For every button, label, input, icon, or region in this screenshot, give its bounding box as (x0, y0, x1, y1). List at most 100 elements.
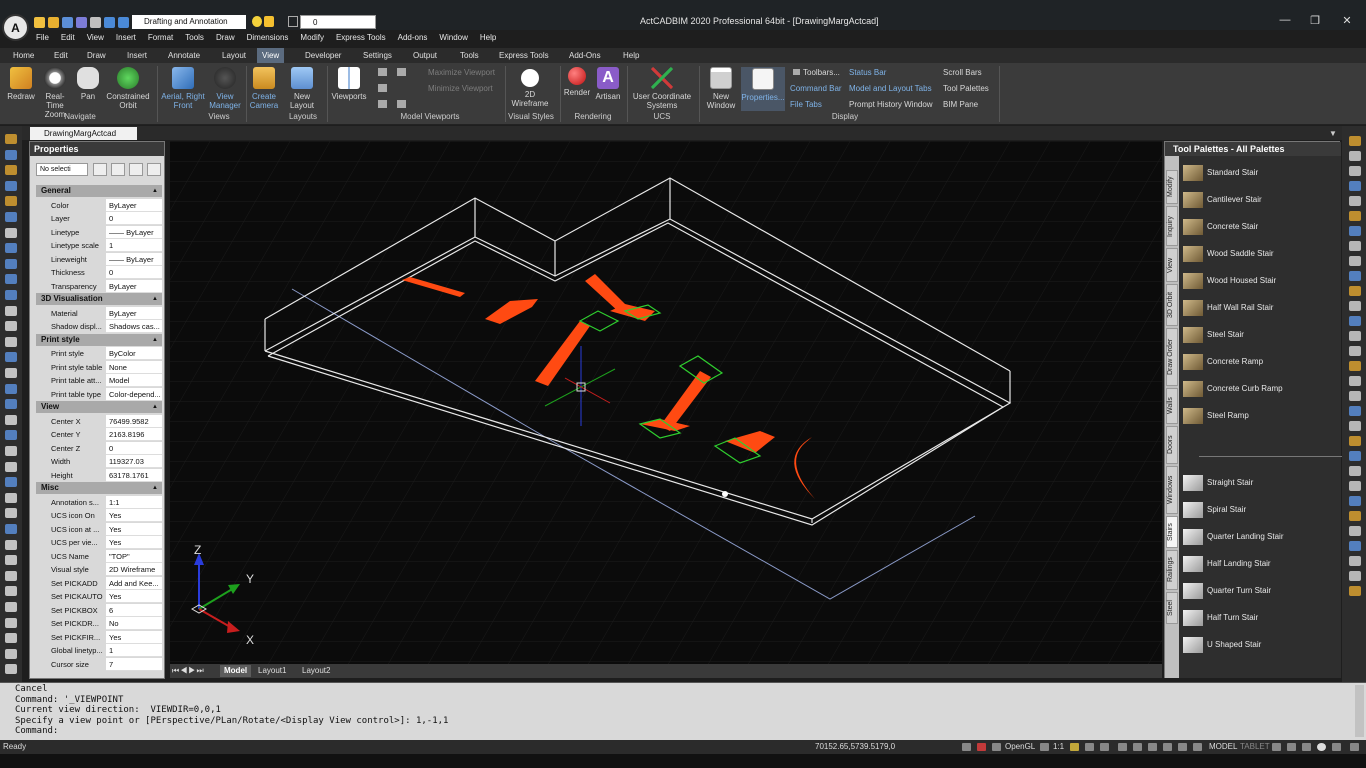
draw-tool-icon[interactable] (5, 243, 17, 254)
2d-wireframe-button[interactable]: 2D Wireframe (507, 67, 553, 108)
workspace-icon[interactable] (1272, 743, 1281, 751)
draw-tool-icon[interactable] (5, 134, 17, 144)
draw-tool-icon[interactable] (5, 227, 17, 238)
property-row[interactable]: Print style ByColor (36, 347, 162, 360)
layout-tab-layout1[interactable]: Layout1 (254, 665, 290, 677)
palette-item-cantilever-stair[interactable]: Cantilever Stair (1182, 191, 1338, 209)
palette-tab-steel[interactable]: Steel (1166, 592, 1178, 624)
property-row[interactable]: Set PICKFIR... Yes (36, 630, 162, 644)
property-value[interactable]: ByColor (106, 347, 162, 360)
viewport-join-icon[interactable] (397, 68, 406, 76)
prompt-history-toggle[interactable]: Prompt History Window (849, 100, 933, 109)
pan-button[interactable]: Pan (76, 67, 100, 101)
menu-modify[interactable]: Modify (294, 31, 330, 45)
modify-tool-icon[interactable] (1349, 166, 1361, 176)
draw-tool-icon[interactable] (5, 555, 17, 566)
property-row[interactable]: Linetype scale 1 (36, 239, 162, 252)
modify-tool-icon[interactable] (1349, 466, 1361, 476)
draw-tool-icon[interactable] (5, 258, 17, 269)
customize-icon[interactable] (1350, 743, 1359, 751)
polar-tracking-icon[interactable] (1148, 743, 1157, 751)
minimize-viewport-button[interactable]: Minimize Viewport (428, 84, 493, 93)
palette-item-wood-saddle-stair[interactable]: Wood Saddle Stair (1182, 245, 1338, 263)
tab-dropdown-icon[interactable]: ▼ (1329, 129, 1337, 138)
property-row[interactable]: Material ByLayer (36, 306, 162, 320)
menu-express-tools[interactable]: Express Tools (330, 31, 392, 45)
quick-select-icon[interactable] (129, 163, 143, 176)
property-row[interactable]: Set PICKADD Add and Kee... (36, 576, 162, 590)
collapse-icon[interactable]: ▲ (152, 293, 158, 305)
modify-tool-icon[interactable] (1349, 586, 1361, 596)
ribbon-tab-draw[interactable]: Draw (82, 48, 111, 63)
command-bar-toggle[interactable]: Command Bar (790, 84, 842, 93)
menu-insert[interactable]: Insert (110, 31, 142, 45)
property-row[interactable]: Cursor size 7 (36, 657, 162, 671)
property-row[interactable]: UCS Name "TOP" (36, 549, 162, 563)
create-camera-button[interactable]: Create Camera (248, 67, 280, 110)
new-window-button[interactable]: New Window (701, 67, 741, 110)
property-row[interactable]: Shadow displ... Shadows cas... (36, 320, 162, 333)
property-row[interactable]: Print table type Color-depend... (36, 387, 162, 401)
draw-tool-icon[interactable] (5, 477, 17, 488)
property-row[interactable]: UCS per vie... Yes (36, 536, 162, 549)
modify-tool-icon[interactable] (1349, 511, 1361, 521)
draw-tool-icon[interactable] (5, 414, 17, 425)
property-row[interactable]: Set PICKAUTO Yes (36, 590, 162, 603)
menu-window[interactable]: Window (433, 31, 473, 45)
modify-tool-icon[interactable] (1349, 136, 1361, 146)
viewport-lock-icon[interactable] (378, 100, 387, 108)
property-row[interactable]: Visual style 2D Wireframe (36, 563, 162, 576)
drawing-viewport[interactable]: Z Y X (170, 141, 1162, 664)
property-value[interactable]: 0 (106, 212, 162, 225)
ribbon-tab-annotate[interactable]: Annotate (163, 48, 205, 63)
polar-icon[interactable] (1070, 743, 1079, 751)
category-view[interactable]: View ▲ (36, 401, 162, 413)
viewport-scale-icon[interactable] (397, 100, 406, 108)
close-icon[interactable]: ✕ (1336, 14, 1358, 30)
collapse-icon[interactable]: ▲ (152, 482, 158, 494)
drawing-canvas[interactable]: Z Y X (170, 141, 1162, 664)
modify-tool-icon[interactable] (1349, 256, 1361, 266)
print-icon[interactable] (90, 16, 101, 28)
scroll-bars-toggle[interactable]: Scroll Bars (943, 68, 982, 77)
property-value[interactable]: 1 (106, 644, 162, 657)
property-row[interactable]: Print style table None (36, 360, 162, 374)
tablet-toggle[interactable]: TABLET (1240, 740, 1270, 754)
grid-icon[interactable] (977, 743, 986, 751)
lock-icon[interactable] (1287, 743, 1296, 751)
draw-tool-icon[interactable] (5, 274, 17, 285)
selection-cycling-icon[interactable] (1193, 743, 1202, 751)
property-value[interactable]: 2163.8196 (106, 428, 162, 441)
modify-tool-icon[interactable] (1349, 406, 1361, 416)
modify-tool-icon[interactable] (1349, 331, 1361, 341)
ucs-systems-button[interactable]: User Coordinate Systems (629, 67, 695, 110)
property-value[interactable]: 1 (106, 239, 162, 252)
property-row[interactable]: Thickness 0 (36, 266, 162, 279)
viewports-button[interactable]: Viewports (330, 67, 368, 101)
draw-tool-icon[interactable] (5, 492, 17, 503)
menu-view[interactable]: View (81, 31, 110, 45)
snap-icon[interactable] (962, 743, 971, 751)
palette-tab-railings[interactable]: Railings (1166, 550, 1178, 590)
modify-tool-icon[interactable] (1349, 301, 1361, 311)
palette-item-quarter-turn-stair[interactable]: Quarter Turn Stair (1182, 582, 1338, 600)
properties-button[interactable]: Properties... (741, 67, 785, 111)
palette-item-concrete-curb-ramp[interactable]: Concrete Curb Ramp (1182, 380, 1338, 398)
layout-tab-model[interactable]: Model (220, 665, 252, 677)
palette-item-straight-stair[interactable]: Straight Stair (1182, 474, 1338, 492)
property-value[interactable]: 119327.03 (106, 455, 162, 468)
property-row[interactable]: Height 63178.1761 (36, 468, 162, 482)
palette-item-steel-ramp[interactable]: Steel Ramp (1182, 407, 1338, 425)
palette-item-wood-housed-stair[interactable]: Wood Housed Stair (1182, 272, 1338, 290)
file-tabs-toggle[interactable]: File Tabs (790, 100, 822, 109)
property-value[interactable]: 0 (106, 266, 162, 279)
property-value[interactable]: Yes (106, 630, 162, 644)
palette-item-u-shaped-stair[interactable]: U Shaped Stair (1182, 636, 1338, 654)
palette-item-half-landing-stair[interactable]: Half Landing Stair (1182, 555, 1338, 573)
draw-tool-icon[interactable] (5, 352, 17, 363)
modify-tool-icon[interactable] (1349, 436, 1361, 446)
palette-item-standard-stair[interactable]: Standard Stair (1182, 164, 1338, 182)
modify-tool-icon[interactable] (1349, 421, 1361, 431)
modify-tool-icon[interactable] (1349, 481, 1361, 491)
view-manager-button[interactable]: View Manager (207, 67, 243, 110)
